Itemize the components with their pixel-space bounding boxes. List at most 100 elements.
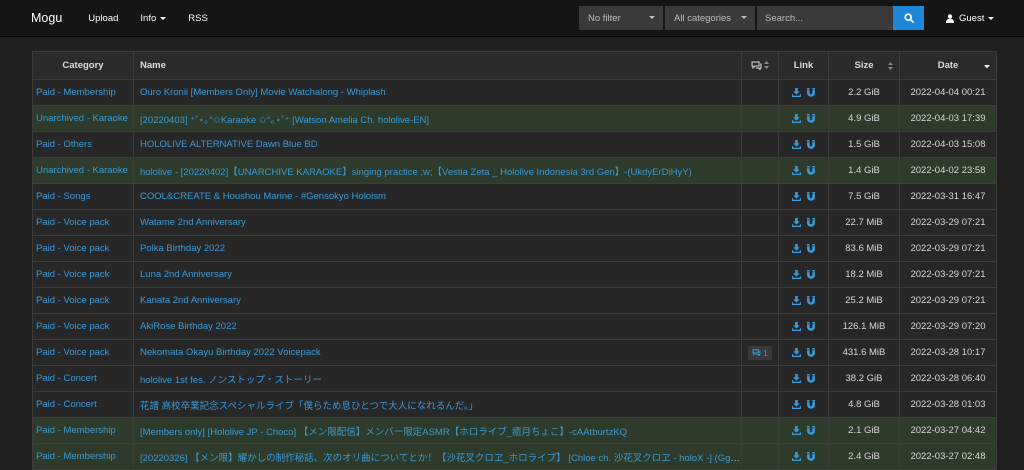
navbar: Mogu Upload Info RSS No filter All categ… [0,0,1024,37]
download-icon[interactable] [791,373,801,383]
name-cell: Nekomata Okayu Birthday 2022 Voicepack [133,339,742,366]
torrent-table: Category Name Link Size Date Paid - Memb… [32,51,997,470]
nav-info-dropdown[interactable]: Info [140,13,167,24]
torrent-name-link[interactable]: hololive - [20220402]【UNARCHIVE KARAOKE】… [140,167,692,178]
search-input[interactable] [757,6,893,30]
comments-cell [741,209,779,236]
torrent-name-link[interactable]: Watame 2nd Anniversary [140,217,246,228]
download-icon[interactable] [791,217,801,227]
category-link[interactable]: Paid - Others [36,139,92,150]
magnet-icon[interactable] [807,399,816,409]
download-icon[interactable] [791,165,801,175]
header-size[interactable]: Size [828,51,900,80]
sort-desc-icon [984,65,990,69]
magnet-icon[interactable] [807,139,816,149]
nav-rss[interactable]: RSS [188,13,208,24]
torrent-name-link[interactable]: Nekomata Okayu Birthday 2022 Voicepack [140,347,321,358]
torrent-name-link[interactable]: Polka Birthday 2022 [140,243,225,254]
header-name[interactable]: Name [133,51,742,80]
magnet-icon[interactable] [807,217,816,227]
category-link[interactable]: Paid - Concert [36,399,97,410]
table-row: Paid - Others HOLOLIVE ALTERNATIVE Dawn … [32,131,997,158]
torrent-name-link[interactable]: [Members only] [Hololive JP - Choco] 【メン… [140,427,627,438]
comment-count-badge[interactable]: 1 [748,345,772,360]
category-select[interactable]: All categories [665,6,755,30]
magnet-icon[interactable] [807,425,816,435]
torrent-name-link[interactable]: Ouro Kronii [Members Only] Movie Watchal… [140,87,386,98]
download-icon[interactable] [791,269,801,279]
category-link[interactable]: Unarchived - Karaoke [36,113,128,124]
magnet-icon[interactable] [807,269,816,279]
download-icon[interactable] [791,191,801,201]
torrent-name-link[interactable]: AkiRose Birthday 2022 [140,321,237,332]
download-icon[interactable] [791,451,801,461]
download-icon[interactable] [791,321,801,331]
name-cell: hololive 1st fes. ノンストップ・ストーリー [133,365,742,392]
header-comments[interactable] [741,51,779,80]
category-link[interactable]: Paid - Voice pack [36,295,109,306]
magnet-icon[interactable] [807,243,816,253]
category-link[interactable]: Paid - Membership [36,87,116,98]
category-link[interactable]: Paid - Voice pack [36,321,109,332]
torrent-name-link[interactable]: HOLOLIVE ALTERNATIVE Dawn Blue BD [140,139,318,150]
link-cell [778,313,829,340]
header-category[interactable]: Category [32,51,134,80]
torrent-name-link[interactable]: [20220326] 【メン限】耀かしの制作秘話、次のオリ曲についてとか！【沙花… [140,453,741,464]
torrent-name-link[interactable]: hololive 1st fes. ノンストップ・ストーリー [140,375,322,386]
magnet-icon[interactable] [807,165,816,175]
category-link[interactable]: Paid - Membership [36,451,116,462]
torrent-name-link[interactable]: 花譜 高校卒業記念スペシャルライブ「僕らため息ひとつで大人になれるんだ。」 [140,401,478,412]
download-icon[interactable] [791,243,801,253]
category-link[interactable]: Paid - Concert [36,373,97,384]
download-icon[interactable] [791,139,801,149]
link-cell [778,183,829,210]
magnet-icon[interactable] [807,373,816,383]
magnet-icon[interactable] [807,87,816,97]
magnet-icon[interactable] [807,113,816,123]
size-cell: 1.4 GiB [828,157,900,184]
download-icon[interactable] [791,113,801,123]
size-cell: 431.6 MiB [828,339,900,366]
category-link[interactable]: Paid - Membership [36,425,116,436]
category-cell: Paid - Membership [32,417,134,444]
category-cell: Paid - Concert [32,391,134,418]
category-cell: Unarchived - Karaoke [32,157,134,184]
category-link[interactable]: Unarchived - Karaoke [36,165,128,176]
magnet-icon[interactable] [807,321,816,331]
comments-icon [752,349,761,356]
table-row: Paid - Membership [20220326] 【メン限】耀かしの制作… [32,443,997,470]
date-cell: 2022-03-27 02:48 [899,443,997,470]
torrent-name-link[interactable]: COOL&CREATE & Houshou Marine - #Gensokyo… [140,191,386,202]
header-date[interactable]: Date [899,51,997,80]
magnet-icon[interactable] [807,451,816,461]
category-link[interactable]: Paid - Songs [36,191,90,202]
magnet-icon[interactable] [807,295,816,305]
torrent-name-link[interactable]: [20220403] ⁺˚⋆｡°✩Karaoke ✩°｡⋆˚⁺ [Watson … [140,115,429,126]
category-link[interactable]: Paid - Voice pack [36,243,109,254]
brand-logo[interactable]: Mogu [31,11,62,25]
comments-cell [741,235,779,262]
caret-down-icon [741,16,747,19]
category-link[interactable]: Paid - Voice pack [36,217,109,228]
torrent-name-link[interactable]: Kanata 2nd Anniversary [140,295,241,306]
download-icon[interactable] [791,425,801,435]
name-cell: [Members only] [Hololive JP - Choco] 【メン… [133,417,742,444]
category-cell: Paid - Voice pack [32,287,134,314]
download-icon[interactable] [791,295,801,305]
download-icon[interactable] [791,399,801,409]
category-link[interactable]: Paid - Voice pack [36,269,109,280]
search-button[interactable] [893,6,924,30]
magnet-icon[interactable] [807,191,816,201]
download-icon[interactable] [791,87,801,97]
table-row: Unarchived - Karaoke [20220403] ⁺˚⋆｡°✩Ka… [32,105,997,132]
nav-upload[interactable]: Upload [88,13,118,24]
filter-select[interactable]: No filter [579,6,663,30]
category-cell: Paid - Concert [32,365,134,392]
category-link[interactable]: Paid - Voice pack [36,347,109,358]
size-cell: 126.1 MiB [828,313,900,340]
torrent-name-link[interactable]: Luna 2nd Anniversary [140,269,232,280]
user-menu[interactable]: Guest [946,0,995,36]
category-select-value: All categories [674,12,732,24]
download-icon[interactable] [791,347,801,357]
magnet-icon[interactable] [807,347,816,357]
